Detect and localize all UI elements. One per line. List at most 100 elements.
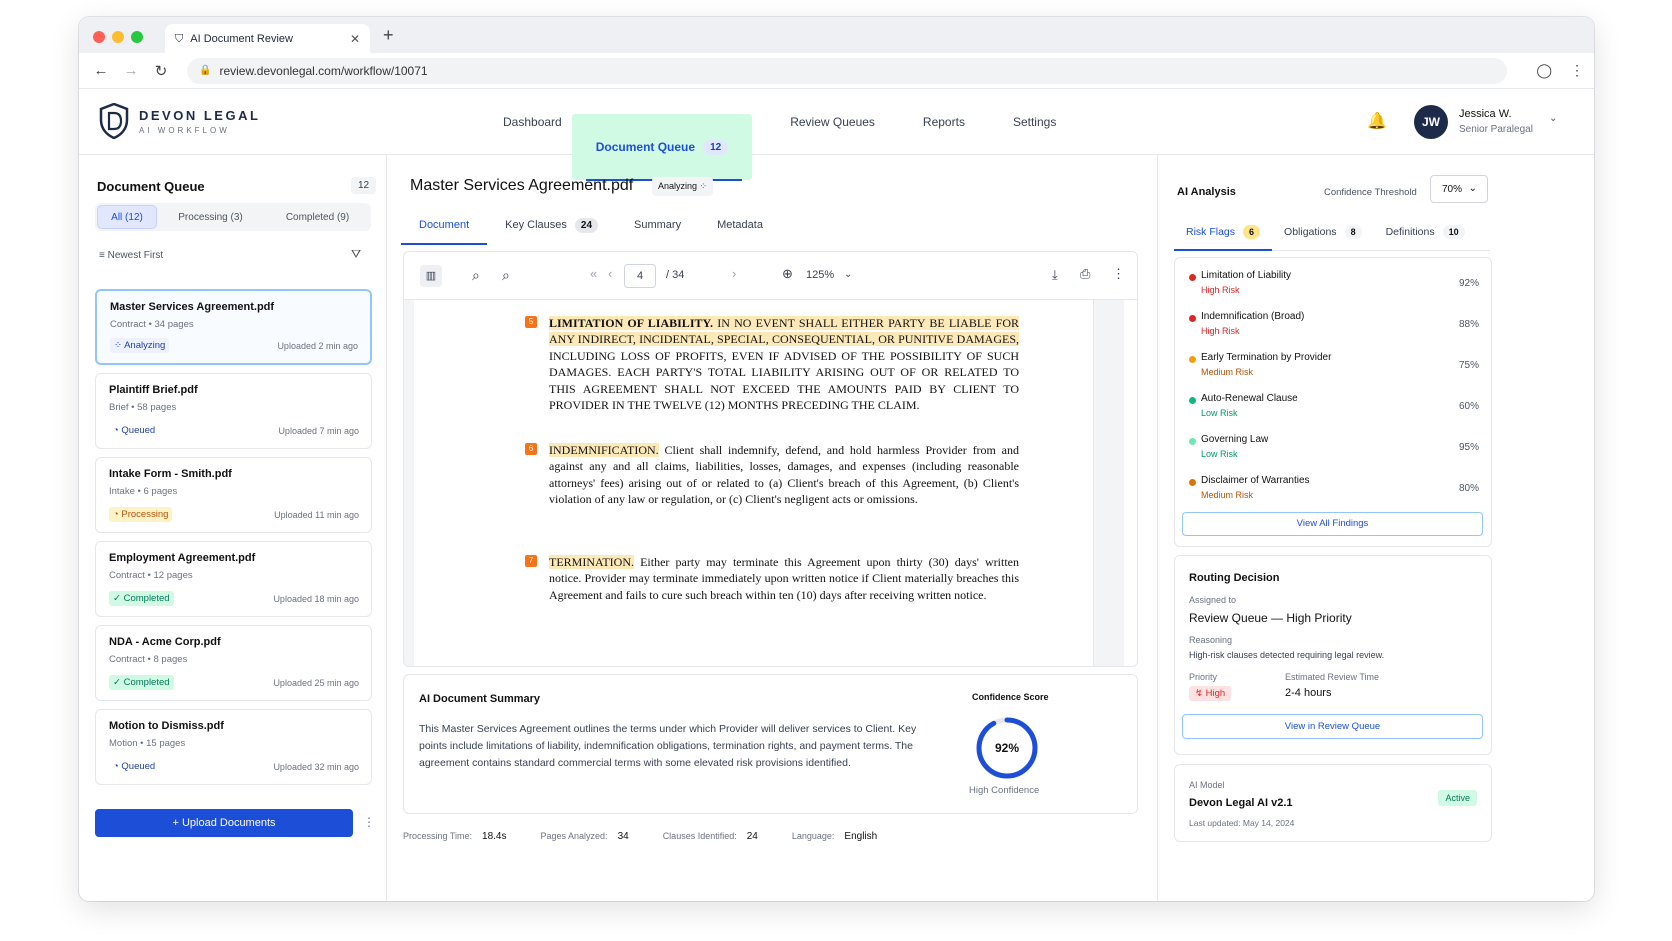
nav-label: Settings	[1012, 115, 1057, 129]
upload-documents-button[interactable]: + Upload Documents	[95, 809, 353, 837]
status-badge: ◔ Processing	[109, 507, 173, 522]
upload-time: Uploaded 2 min ago	[277, 341, 358, 351]
zoom-search-icon[interactable]: ⌕	[502, 267, 510, 284]
spinner-icon: ⁘	[114, 340, 125, 351]
close-tab-icon[interactable]: ✕	[350, 32, 360, 46]
reload-icon[interactable]: ↻	[149, 62, 173, 80]
kebab-menu-icon[interactable]: ⋮	[1112, 266, 1125, 282]
risk-flag-item[interactable]: Auto-Renewal Clause Low Risk 60%	[1189, 393, 1479, 433]
filter-completed[interactable]: Completed (9)	[264, 212, 371, 223]
tab-definitions[interactable]: Definitions 10	[1374, 213, 1477, 250]
filter-funnel-icon[interactable]: ⛛	[351, 247, 361, 262]
risk-flag-item[interactable]: Indemnification (Broad) High Risk 88%	[1189, 311, 1479, 351]
reasoning-text: High-risk clauses detected requiring leg…	[1189, 650, 1385, 660]
main-nav: Dashboard Document Queue 12 Review Queues…	[479, 89, 1080, 181]
sort-label: Newest First	[107, 250, 164, 261]
queue-item[interactable]: Intake Form - Smith.pdf Intake • 6 pages…	[95, 457, 372, 533]
ai-analysis-panel: AI Analysis Confidence Threshold 70% ⌄ Ri…	[1157, 155, 1594, 901]
user-name: Jessica W.	[1459, 108, 1512, 120]
tab-document[interactable]: Document	[401, 205, 488, 245]
download-icon[interactable]: ⤓	[1052, 267, 1058, 283]
assigned-label: Assigned to	[1189, 595, 1237, 605]
status-badge: ◔ Queued	[113, 761, 156, 772]
nav-label: Dashboard	[503, 115, 562, 129]
tab-obligations[interactable]: Obligations 8	[1272, 213, 1374, 250]
upload-time: Uploaded 32 min ago	[273, 762, 359, 772]
queue-count-badge: 12	[703, 139, 729, 155]
clause-block[interactable]: 6 INDEMNIFICATION. Client shall indemnif…	[525, 442, 1019, 508]
nav-reports[interactable]: Reports	[899, 89, 989, 155]
nav-dashboard[interactable]: Dashboard	[479, 89, 586, 155]
zoom-level[interactable]: 125%	[806, 269, 834, 281]
status-badge: Active	[1438, 790, 1477, 806]
avatar[interactable]: JW	[1414, 105, 1448, 139]
filter-processing[interactable]: Processing (3)	[157, 212, 264, 223]
clause-block[interactable]: 7 TERMINATION. Either party may terminat…	[525, 554, 1019, 603]
count-badge: 6	[1243, 224, 1261, 239]
tab-key-clauses[interactable]: Key Clauses 24	[487, 205, 616, 245]
browser-tab[interactable]: ⛉ AI Document Review ✕	[165, 24, 370, 54]
bell-icon[interactable]: 🔔	[1367, 111, 1387, 131]
new-tab-icon[interactable]: +	[383, 25, 394, 46]
tab-risk-flags[interactable]: Risk Flags 6	[1174, 213, 1273, 251]
minimize-window-dot[interactable]	[112, 31, 124, 43]
search-icon[interactable]: ⌕	[472, 267, 480, 284]
nav-review-queues[interactable]: Review Queues	[766, 89, 899, 155]
nav-settings[interactable]: Settings	[989, 89, 1080, 155]
queue-item[interactable]: NDA - Acme Corp.pdf Contract • 8 pages ✓…	[95, 625, 372, 701]
chevron-down-icon[interactable]: ⌄	[1549, 113, 1557, 124]
url-field[interactable]: 🔒 review.devonlegal.com/workflow/10071	[187, 57, 1507, 84]
clause-block[interactable]: 5 LIMITATION OF LIABILITY. IN NO EVENT S…	[525, 315, 1019, 413]
zoom-icon[interactable]: ⊕	[782, 266, 793, 282]
tab-summary[interactable]: Summary	[616, 205, 699, 245]
filter-all[interactable]: All (12)	[97, 205, 157, 229]
count-badge: 10	[1442, 224, 1465, 239]
chevron-down-icon[interactable]: ⌄	[844, 269, 852, 280]
stat-label: Pages Analyzed:	[540, 831, 608, 841]
tab-metadata[interactable]: Metadata	[699, 205, 781, 245]
first-page-icon[interactable]: «	[590, 266, 597, 281]
close-window-dot[interactable]	[93, 31, 105, 43]
clause-number: 6	[525, 443, 537, 455]
status-badge: ✓ Completed	[109, 591, 174, 606]
brand-logo[interactable]: DEVON LEGAL AI WORKFLOW	[99, 103, 260, 139]
forward-arrow-icon[interactable]: →	[119, 62, 143, 79]
confidence-ring: 92%	[976, 717, 1038, 779]
check-circle-icon: ✓	[113, 677, 124, 688]
profile-icon[interactable]: ◯	[1536, 62, 1552, 79]
maximize-window-dot[interactable]	[131, 31, 143, 43]
risk-flag-item[interactable]: Limitation of Liability High Risk 92%	[1189, 270, 1479, 310]
risk-flag-item[interactable]: Disclaimer of Warranties Medium Risk 80%	[1189, 475, 1479, 515]
view-in-review-queue-button[interactable]: View in Review Queue	[1182, 714, 1483, 739]
pdf-viewer: ▥ ⌕ ⌕ « ‹ 4 / 34 › ⊕ 125% ⌄ ⤓ ⎙ ⋮ 5 LIMI…	[403, 251, 1138, 667]
count-badge: 8	[1344, 224, 1362, 239]
back-arrow-icon[interactable]: ←	[89, 62, 113, 79]
clause-heading: TERMINATION.	[549, 555, 634, 569]
routing-title: Routing Decision	[1189, 572, 1280, 584]
sort-dropdown[interactable]: ≡ Newest First	[99, 250, 163, 261]
queue-item[interactable]: Master Services Agreement.pdf Contract •…	[95, 289, 372, 365]
stat-label: Language:	[791, 831, 835, 841]
browser-tabstrip: ⛉ AI Document Review ✕ +	[79, 17, 1594, 54]
doc-name: Motion to Dismiss.pdf	[109, 720, 224, 732]
prev-page-icon[interactable]: ‹	[608, 266, 612, 281]
next-page-icon[interactable]: ›	[732, 266, 736, 281]
kebab-menu-icon[interactable]: ⋮	[1570, 62, 1584, 79]
sidebar-toggle-icon[interactable]: ▥	[420, 265, 442, 287]
queue-item[interactable]: Motion to Dismiss.pdf Motion • 15 pages …	[95, 709, 372, 785]
more-options-icon[interactable]: ⋮	[363, 815, 375, 829]
queue-item[interactable]: Plaintiff Brief.pdf Brief • 58 pages ◔ Q…	[95, 373, 372, 449]
page-number-input[interactable]: 4	[624, 264, 656, 288]
scrollbar[interactable]	[1126, 300, 1137, 666]
upload-time: Uploaded 25 min ago	[273, 678, 359, 688]
upload-time: Uploaded 18 min ago	[273, 594, 359, 604]
risk-flag-item[interactable]: Governing Law Low Risk 95%	[1189, 434, 1479, 474]
queue-item[interactable]: Employment Agreement.pdf Contract • 12 p…	[95, 541, 372, 617]
spinner-icon: ⁘	[699, 181, 708, 191]
view-all-findings-button[interactable]: View All Findings	[1182, 512, 1483, 536]
risk-dot-icon	[1189, 274, 1196, 281]
risk-flag-item[interactable]: Early Termination by Provider Medium Risk…	[1189, 352, 1479, 392]
print-icon[interactable]: ⎙	[1080, 266, 1090, 282]
threshold-select[interactable]: 70% ⌄	[1430, 175, 1488, 203]
risk-dot-icon	[1189, 438, 1196, 445]
